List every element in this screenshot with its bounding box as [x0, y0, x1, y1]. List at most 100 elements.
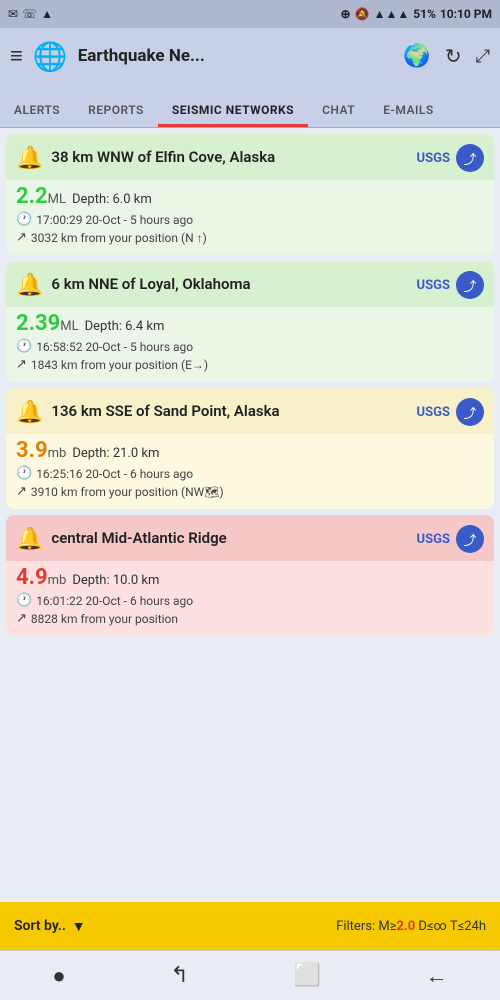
time-text-3: 16:25:16 20-Oct - 6 hours ago	[36, 467, 193, 481]
card-right-1: USGS ⤴	[417, 144, 484, 172]
app-title: Earthquake Ne...	[78, 46, 394, 66]
battery-level: 51%	[413, 7, 436, 21]
quake-location-3: 136 km SSE of Sand Point, Alaska	[51, 402, 279, 422]
depth-1: Depth: 6.0 km	[72, 192, 152, 207]
distance-row-2: ↗ 1843 km from your position (E→)	[16, 357, 484, 372]
tab-emails[interactable]: E-MAILS	[369, 93, 448, 127]
quake-icon-3: 🔔	[16, 400, 43, 425]
compass-icon-4: ↗	[16, 611, 27, 626]
tab-seismic-networks[interactable]: SEISMIC NETWORKS	[158, 93, 308, 127]
quake-location-2: 6 km NNE of Loyal, Oklahoma	[51, 275, 250, 295]
app-logo-globe: 🌐	[33, 40, 68, 73]
share-button-3[interactable]: ⤴	[456, 398, 484, 426]
menu-button[interactable]: ≡	[10, 43, 23, 69]
nav-dot-button[interactable]: ●	[52, 963, 65, 989]
magnitude-2: 2.39	[16, 311, 60, 336]
nav-bar: ● ↰ ⬜ ←	[0, 950, 500, 1000]
bottom-bar: Sort by.. ▼ Filters: M≥2.0 D≤∞ T≤24h	[0, 902, 500, 950]
mail-icon: ✉	[8, 7, 18, 21]
filter-mag: 2.0	[396, 919, 415, 934]
card-top-2: 🔔 6 km NNE of Loyal, Oklahoma USGS ⤴	[6, 261, 494, 307]
card-bottom-2: 2.39ML Depth: 6.4 km 🕐 16:58:52 20-Oct - …	[6, 307, 494, 382]
quake-location-4: central Mid-Atlantic Ridge	[51, 529, 226, 549]
globe-right-icon[interactable]: 🌍	[403, 44, 430, 69]
mag-type-3: mb	[48, 446, 67, 461]
silent-icon: 🔕	[355, 7, 370, 21]
earthquake-card-2[interactable]: 🔔 6 km NNE of Loyal, Oklahoma USGS ⤴ 2.3…	[6, 261, 494, 382]
distance-text-2: 1843 km from your position (E→)	[31, 358, 208, 372]
nav-reply-button[interactable]: ↰	[170, 963, 188, 988]
filter-text: Filters: M≥2.0 D≤∞ T≤24h	[336, 919, 486, 934]
share-button-2[interactable]: ⤴	[456, 271, 484, 299]
wifi-icon: ▲▲▲	[374, 7, 410, 21]
card-left-1: 🔔 38 km WNW of Elfin Cove, Alaska	[16, 146, 417, 171]
card-top-4: 🔔 central Mid-Atlantic Ridge USGS ⤴	[6, 515, 494, 561]
time-row-4: 🕐 16:01:22 20-Oct - 6 hours ago	[16, 593, 484, 608]
expand-icon[interactable]: ⤢	[476, 46, 490, 67]
sort-label: Sort by..	[14, 918, 66, 934]
card-left-3: 🔔 136 km SSE of Sand Point, Alaska	[16, 400, 417, 425]
distance-row-3: ↗ 3910 km from your position (NW🗺)	[16, 484, 484, 499]
clock-icon-2: 🕐	[16, 339, 32, 354]
location-icon: ⊕	[341, 7, 351, 21]
share-button-1[interactable]: ⤴	[456, 144, 484, 172]
refresh-icon[interactable]: ↻	[445, 44, 462, 68]
usgs-badge-2: USGS	[417, 278, 450, 293]
distance-text-4: 8828 km from your position	[31, 612, 178, 626]
card-left-4: 🔔 central Mid-Atlantic Ridge	[16, 527, 417, 552]
tab-reports[interactable]: REPORTS	[74, 93, 158, 127]
nav-square-button[interactable]: ⬜	[293, 963, 320, 988]
compass-icon-3: ↗	[16, 484, 27, 499]
signal-icon: ▲	[41, 7, 53, 21]
card-right-4: USGS ⤴	[417, 525, 484, 553]
status-left: ✉ ☏ ▲	[8, 7, 53, 21]
magnitude-3: 3.9	[16, 438, 48, 463]
share-button-4[interactable]: ⤴	[456, 525, 484, 553]
compass-icon-1: ↗	[16, 230, 27, 245]
quake-icon-2: 🔔	[16, 273, 43, 298]
quake-icon-1: 🔔	[16, 146, 43, 171]
card-bottom-4: 4.9mbDepth: 10.0 km 🕐 16:01:22 20-Oct - …	[6, 561, 494, 636]
time-text-4: 16:01:22 20-Oct - 6 hours ago	[36, 594, 193, 608]
depth-2: Depth: 6.4 km	[85, 319, 165, 334]
time-text-2: 16:58:52 20-Oct - 5 hours ago	[36, 340, 193, 354]
clock-icon-3: 🕐	[16, 466, 32, 481]
usgs-badge-4: USGS	[417, 532, 450, 547]
earthquake-card-4[interactable]: 🔔 central Mid-Atlantic Ridge USGS ⤴ 4.9m…	[6, 515, 494, 636]
mag-type-4: mb	[48, 573, 67, 588]
filter-suffix: D≤∞ T≤24h	[415, 919, 486, 934]
quake-icon-4: 🔔	[16, 527, 43, 552]
clock-icon-1: 🕐	[16, 212, 32, 227]
card-top-1: 🔔 38 km WNW of Elfin Cove, Alaska USGS ⤴	[6, 134, 494, 180]
usgs-badge-1: USGS	[417, 151, 450, 166]
filter-prefix: Filters: M≥	[336, 919, 396, 934]
tab-alerts[interactable]: ALERTS	[0, 93, 74, 127]
usgs-badge-3: USGS	[417, 405, 450, 420]
time-text-1: 17:00:29 20-Oct - 5 hours ago	[36, 213, 193, 227]
card-bottom-3: 3.9mb Depth: 21.0 km 🕐 16:25:16 20-Oct - …	[6, 434, 494, 509]
nav-back-button[interactable]: ←	[426, 963, 448, 989]
depth-4: Depth: 10.0 km	[72, 573, 159, 588]
time-row-2: 🕐 16:58:52 20-Oct - 5 hours ago	[16, 339, 484, 354]
clock-icon-4: 🕐	[16, 593, 32, 608]
card-right-3: USGS ⤴	[417, 398, 484, 426]
card-right-2: USGS ⤴	[417, 271, 484, 299]
depth-3: Depth: 21.0 km	[72, 446, 159, 461]
quake-location-1: 38 km WNW of Elfin Cove, Alaska	[51, 148, 275, 168]
card-top-3: 🔔 136 km SSE of Sand Point, Alaska USGS …	[6, 388, 494, 434]
status-bar: ✉ ☏ ▲ ⊕ 🔕 ▲▲▲ 51% 10:10 PM	[0, 0, 500, 28]
tab-chat[interactable]: CHAT	[308, 93, 369, 127]
distance-row-1: ↗ 3032 km from your position (N ↑)	[16, 230, 484, 245]
mag-type-1: ML	[48, 192, 66, 207]
mag-type-2: ML	[60, 319, 78, 334]
sort-by-button[interactable]: Sort by.. ▼	[14, 918, 86, 935]
header-icons: 🌍 ↻ ⤢	[403, 44, 490, 69]
tab-bar: ALERTS REPORTS SEISMIC NETWORKS CHAT E-M…	[0, 84, 500, 128]
earthquake-card-3[interactable]: 🔔 136 km SSE of Sand Point, Alaska USGS …	[6, 388, 494, 509]
earthquake-card-1[interactable]: 🔔 38 km WNW of Elfin Cove, Alaska USGS ⤴…	[6, 134, 494, 255]
header: ≡ 🌐 Earthquake Ne... 🌍 ↻ ⤢	[0, 28, 500, 84]
magnitude-1: 2.2	[16, 184, 48, 209]
earthquake-list: 🔔 38 km WNW of Elfin Cove, Alaska USGS ⤴…	[0, 128, 500, 902]
card-bottom-1: 2.2ML Depth: 6.0 km 🕐 17:00:29 20-Oct - 5…	[6, 180, 494, 255]
time-row-3: 🕐 16:25:16 20-Oct - 6 hours ago	[16, 466, 484, 481]
